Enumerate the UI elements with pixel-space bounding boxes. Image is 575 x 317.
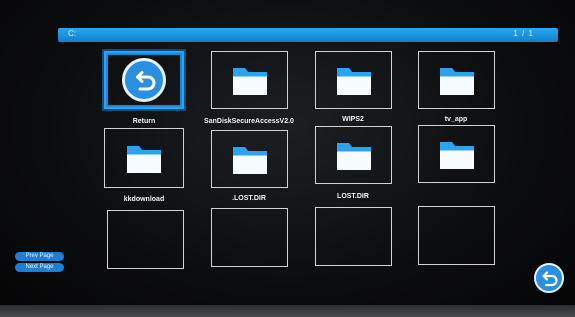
tile-return[interactable] [104, 51, 184, 109]
folder-icon [232, 143, 268, 175]
prev-page-button[interactable]: Prev Page [15, 252, 64, 261]
next-page-button[interactable]: Next Page [15, 263, 64, 272]
back-icon [542, 271, 558, 287]
return-arrow-icon [122, 58, 166, 102]
screen-bezel [0, 305, 575, 317]
tile-folder[interactable] [418, 125, 495, 183]
tile-label: WIPS2 [342, 116, 364, 123]
tile-folder[interactable] [211, 51, 288, 109]
back-button[interactable] [534, 263, 564, 293]
tile-empty[interactable] [107, 210, 184, 269]
tile-folder[interactable] [315, 126, 392, 184]
tile-empty[interactable] [418, 206, 495, 265]
folder-icon [439, 64, 475, 96]
folder-icon [232, 64, 268, 96]
folder-icon [126, 142, 162, 174]
tile-folder[interactable] [315, 51, 392, 109]
tile-folder[interactable] [104, 128, 184, 188]
tile-label: .LOST.DIR [232, 195, 266, 202]
tile-label: LOST.DIR [337, 193, 369, 200]
folder-icon [336, 64, 372, 96]
tile-empty[interactable] [211, 208, 288, 267]
page-indicator: 1 / 1 [513, 29, 534, 38]
current-path: C: [68, 29, 76, 38]
tile-empty[interactable] [315, 207, 392, 266]
tile-label: SanDiskSecureAccessV2.0 [204, 118, 294, 125]
tile-folder[interactable] [418, 51, 495, 109]
tile-label: kkdownload [123, 196, 165, 203]
tile-folder[interactable] [211, 130, 288, 188]
path-header-bar: C: 1 / 1 [58, 28, 558, 42]
tile-label: tv_app [444, 116, 468, 123]
folder-icon [336, 139, 372, 171]
tile-label: Return [132, 118, 156, 125]
folder-icon [439, 138, 475, 170]
